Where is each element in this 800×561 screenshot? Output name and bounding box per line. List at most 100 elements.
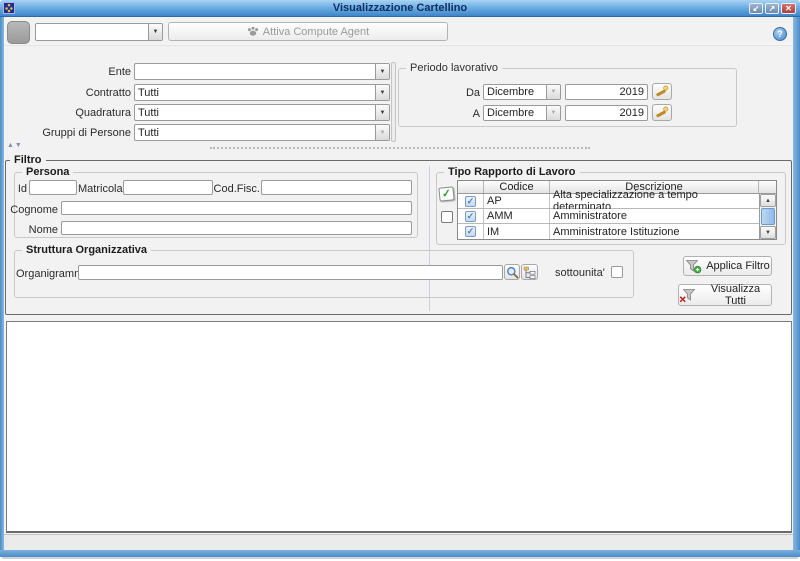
window-title: Visualizzazione Cartellino [0, 2, 800, 14]
toolbar-separator [4, 44, 793, 46]
quadratura-label: Quadratura [0, 107, 131, 119]
da-month-value: Dicembre [484, 85, 546, 99]
applica-filtro-button[interactable]: Applica Filtro [683, 256, 772, 276]
cod-fisc-label: Cod.Fisc. [212, 183, 260, 195]
row-descrizione: Alta specializzazione a tempo determinat… [550, 194, 759, 208]
attiva-compute-agent-button[interactable]: Attiva Compute Agent [168, 22, 448, 41]
form-panel-splitter[interactable] [391, 62, 396, 142]
da-label: Da [440, 87, 480, 99]
gruppi-di-persone-label: Gruppi di Persone [0, 127, 131, 139]
tipo-rapporto-title: Tipo Rapporto di Lavoro [444, 166, 580, 178]
select-all-checkbox-icon[interactable]: ✓ [438, 186, 454, 201]
visualizza-tutti-button[interactable]: Visualizza Tutti [678, 284, 772, 306]
id-label: Id [5, 183, 27, 195]
chevron-down-icon[interactable]: ▼ [375, 125, 389, 140]
scrollbar-thumb[interactable] [761, 208, 775, 225]
results-panel[interactable] [6, 321, 792, 533]
table-row[interactable]: ✓ AP Alta specializzazione a tempo deter… [458, 194, 759, 209]
quadratura-combo[interactable]: Tutti ▼ [134, 104, 390, 121]
filtro-title: Filtro [10, 154, 46, 166]
matricola-input[interactable] [123, 180, 213, 195]
status-bar [4, 534, 793, 550]
chevron-down-icon[interactable]: ▼ [375, 85, 389, 100]
maximize-window-button[interactable]: ↗ [765, 3, 779, 14]
ente-combo[interactable]: ▼ [134, 63, 390, 80]
window-border-bottom [0, 550, 800, 557]
sottounita-checkbox[interactable] [611, 266, 623, 278]
persona-title: Persona [22, 166, 73, 178]
contratto-label: Contratto [0, 87, 131, 99]
id-input[interactable] [29, 180, 77, 195]
ente-label: Ente [0, 66, 131, 78]
help-icon[interactable]: ? [773, 27, 787, 41]
organigramma-label: Organigramma [16, 268, 76, 280]
da-year-input[interactable] [565, 84, 648, 100]
a-month-value: Dicembre [484, 106, 546, 120]
filter-clear-icon [679, 288, 696, 303]
tipo-rapporto-table: Codice Descrizione ✓ AP Alta specializza… [457, 180, 777, 240]
nome-label: Nome [10, 224, 58, 236]
ente-combo-value [135, 64, 375, 79]
row-codice: AP [484, 194, 550, 208]
magic-wand-icon [655, 106, 669, 119]
organigramma-search-button[interactable] [504, 264, 520, 280]
a-year-input[interactable] [565, 105, 648, 121]
table-row[interactable]: ✓ AMM Amministratore [458, 209, 759, 224]
a-label: A [440, 108, 480, 120]
cod-fisc-input[interactable] [261, 180, 412, 195]
a-month-combo[interactable]: Dicembre ▼ [483, 105, 561, 121]
row-descrizione: Amministratore [550, 209, 759, 223]
splitter-drag-handle[interactable] [210, 147, 590, 149]
deselect-all-checkbox[interactable] [441, 211, 453, 223]
da-month-combo[interactable]: Dicembre ▼ [483, 84, 561, 100]
search-icon [506, 266, 519, 279]
app-window: Visualizzazione Cartellino ↙ ↗ ✕ ▼ Attiv… [0, 0, 800, 561]
cognome-label: Cognome [10, 204, 58, 216]
org-tree-icon [523, 266, 536, 279]
table-scrollbar[interactable]: ▲ ▼ [759, 194, 776, 239]
header-scroll-corner [759, 181, 776, 193]
nome-input[interactable] [61, 221, 412, 235]
title-bar[interactable]: Visualizzazione Cartellino ↙ ↗ ✕ [0, 0, 800, 17]
header-codice[interactable]: Codice [484, 181, 550, 193]
row-codice: AMM [484, 209, 550, 223]
magic-wand-icon [655, 85, 669, 98]
organigramma-input[interactable] [78, 265, 503, 280]
row-codice: IM [484, 224, 550, 239]
splitter-collapse-arrows[interactable]: ▲▼ [7, 142, 23, 149]
toolbar-combo[interactable]: ▼ [35, 23, 163, 41]
da-calendar-wand-button[interactable] [652, 83, 672, 100]
contratto-combo[interactable]: Tutti ▼ [134, 84, 390, 101]
row-checkbox[interactable]: ✓ [465, 226, 476, 237]
struttura-title: Struttura Organizzativa [22, 244, 151, 256]
chevron-down-icon[interactable]: ▼ [546, 106, 560, 120]
toolbar-combo-value [36, 24, 148, 40]
paw-icon [247, 26, 259, 37]
visualizza-tutti-label: Visualizza Tutti [700, 283, 771, 307]
gruppi-di-persone-combo[interactable]: Tutti ▼ [134, 124, 390, 141]
matricola-label: Matricola [78, 183, 120, 195]
scroll-up-icon[interactable]: ▲ [760, 194, 776, 207]
header-checkbox-column [458, 181, 484, 193]
chevron-down-icon[interactable]: ▼ [375, 105, 389, 120]
restore-window-button[interactable]: ↙ [749, 3, 763, 14]
close-window-button[interactable]: ✕ [781, 3, 796, 14]
cognome-input[interactable] [61, 201, 412, 215]
sottounita-label: sottounita' [555, 267, 607, 279]
organigramma-tree-button[interactable] [521, 264, 538, 280]
contratto-combo-value: Tutti [135, 85, 375, 100]
chevron-down-icon[interactable]: ▼ [375, 64, 389, 79]
table-row[interactable]: ✓ IM Amministratore Istituzione [458, 224, 759, 239]
row-descrizione: Amministratore Istituzione [550, 224, 759, 239]
toolbar-disabled-button[interactable] [7, 21, 30, 44]
scroll-down-icon[interactable]: ▼ [760, 226, 776, 239]
gruppi-combo-value: Tutti [135, 125, 375, 140]
filter-add-icon [685, 259, 702, 274]
quadratura-combo-value: Tutti [135, 105, 375, 120]
row-checkbox[interactable]: ✓ [465, 196, 476, 207]
chevron-down-icon[interactable]: ▼ [546, 85, 560, 99]
chevron-down-icon[interactable]: ▼ [148, 24, 162, 40]
window-shadow [2, 557, 798, 559]
a-calendar-wand-button[interactable] [652, 104, 672, 121]
row-checkbox[interactable]: ✓ [465, 211, 476, 222]
